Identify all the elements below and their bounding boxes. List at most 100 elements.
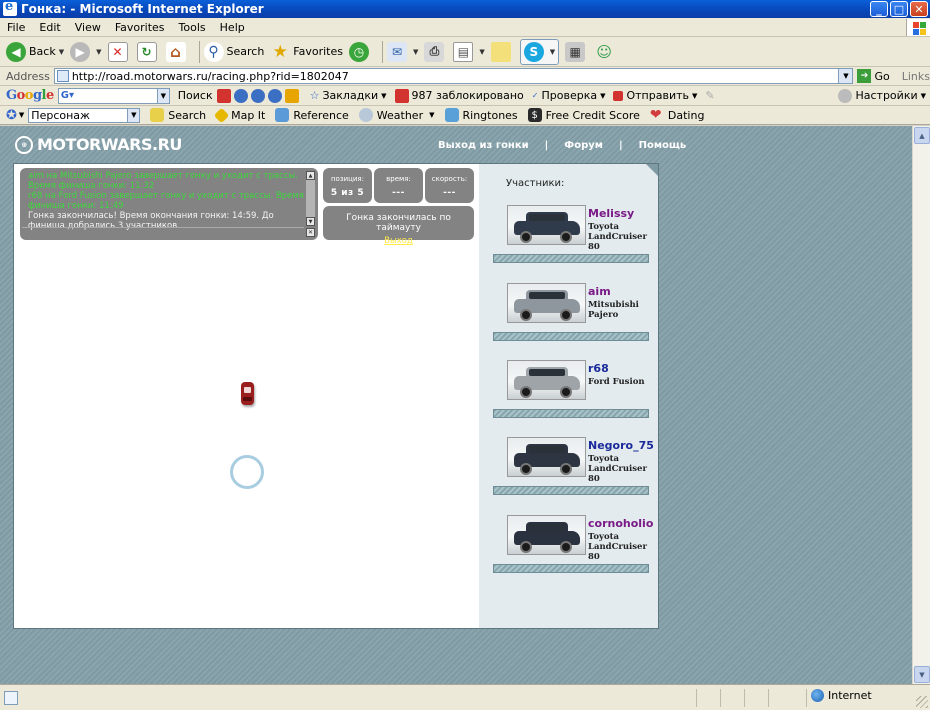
back-button[interactable]: ◀ Back ▼ xyxy=(6,39,64,65)
menu-edit[interactable]: Edit xyxy=(32,21,67,34)
close-icon[interactable]: ✕ xyxy=(306,228,315,237)
participant-progress-bar xyxy=(493,486,649,495)
car-thumbnail[interactable] xyxy=(507,515,586,555)
highlight-icon[interactable]: ✎ xyxy=(705,89,714,102)
settings-button[interactable]: Настройки ▼ xyxy=(838,88,926,103)
home-button[interactable]: ⌂ xyxy=(165,39,189,65)
position-stat: позиция: 5 из 5 xyxy=(323,168,372,203)
chevron-down-icon[interactable]: ▼ xyxy=(96,48,101,56)
maximize-button[interactable]: □ xyxy=(890,1,908,17)
news-icon[interactable] xyxy=(216,88,231,103)
forward-button[interactable]: ▶ ▼ xyxy=(70,39,102,65)
log-scrollbar[interactable]: ▲ ▼ xyxy=(306,171,315,226)
time-value: --- xyxy=(392,188,405,198)
site-nav: Выход из гонки | Форум | Помощь xyxy=(430,140,694,151)
skype-button[interactable]: S ▼ xyxy=(519,38,560,65)
bookmarks-button[interactable]: ☆ Закладки ▼ xyxy=(310,89,387,102)
address-input[interactable]: http://road.motorwars.ru/racing.php?rid=… xyxy=(53,68,854,84)
link-search[interactable]: Search xyxy=(150,108,206,122)
print-button[interactable]: ⎙ xyxy=(424,39,447,65)
discuss-button[interactable] xyxy=(490,39,514,65)
resize-grip[interactable] xyxy=(916,696,928,708)
chevron-down-icon[interactable]: ▼ xyxy=(127,108,140,122)
globe-icon[interactable] xyxy=(267,88,282,103)
close-button[interactable]: ✕ xyxy=(910,1,928,17)
globe-icon[interactable] xyxy=(233,88,248,103)
chevron-down-icon[interactable]: ▼ xyxy=(838,69,853,83)
google-search-button[interactable]: Поиск xyxy=(178,89,213,102)
link-weather[interactable]: Weather ▼ xyxy=(358,108,435,122)
car-thumbnail[interactable] xyxy=(507,283,586,323)
car-thumbnail[interactable] xyxy=(507,437,586,477)
participant-name[interactable]: r68 xyxy=(588,362,609,375)
menu-view[interactable]: View xyxy=(68,21,108,34)
participant-name[interactable]: aim xyxy=(588,285,611,298)
settings-icon xyxy=(838,88,853,103)
site-logo[interactable]: ⊕ MOTORWARS.RU xyxy=(15,135,182,154)
links-label[interactable]: Links xyxy=(902,70,930,83)
checkpoint-ring xyxy=(230,455,264,489)
persona-select[interactable]: Персонаж ▼ xyxy=(28,107,141,123)
book-icon xyxy=(275,108,290,122)
link-free-credit-score[interactable]: $ Free Credit Score xyxy=(527,108,640,122)
back-arrow-icon: ◀ xyxy=(6,41,26,62)
menu-help[interactable]: Help xyxy=(213,21,252,34)
scroll-up-icon[interactable]: ▲ xyxy=(914,127,930,144)
menu-favorites[interactable]: Favorites xyxy=(108,21,172,34)
scroll-down-icon[interactable]: ▼ xyxy=(914,666,930,683)
chevron-down-icon[interactable]: ▼ xyxy=(550,48,555,56)
chevron-down-icon[interactable]: ▼ xyxy=(156,88,169,103)
send-button[interactable]: Отправить ▼ xyxy=(613,89,697,102)
vertical-scrollbar[interactable]: ▲ ▼ xyxy=(912,126,930,684)
history-button[interactable]: ◷ xyxy=(349,39,372,65)
globe-icon[interactable] xyxy=(250,88,265,103)
participant-progress-bar xyxy=(493,254,649,263)
chevron-down-icon: ▼ xyxy=(692,91,698,100)
nav-exit-race[interactable]: Выход из гонки xyxy=(430,140,537,151)
favorites-button[interactable]: ★ Favorites xyxy=(270,39,343,65)
go-arrow-icon: ➔ xyxy=(857,69,872,83)
popup-blocker-button[interactable]: 987 заблокировано xyxy=(394,88,524,103)
car-thumbnail[interactable] xyxy=(507,205,586,245)
chevron-down-icon[interactable]: ▼ xyxy=(479,48,484,56)
nav-help[interactable]: Помощь xyxy=(631,140,695,151)
search-button[interactable]: ⚲ Search xyxy=(203,39,264,65)
google-quick-buttons[interactable] xyxy=(216,88,302,103)
refresh-button[interactable]: ↻ xyxy=(136,39,160,65)
participant-name[interactable]: Negoro_75 xyxy=(588,439,654,452)
popup-blocker-icon xyxy=(394,88,409,103)
refresh-icon: ↻ xyxy=(136,41,157,62)
go-button[interactable]: ➔ Go xyxy=(857,69,890,83)
image-icon[interactable] xyxy=(284,88,299,103)
spellcheck-button[interactable]: ✓ Проверка ▼ xyxy=(532,89,606,102)
home-icon: ⌂ xyxy=(165,41,186,62)
menu-tools[interactable]: Tools xyxy=(172,21,213,34)
menu-file[interactable]: File xyxy=(0,21,32,34)
exit-link[interactable]: Выход xyxy=(384,236,413,246)
minimize-button[interactable]: _ xyxy=(870,1,888,17)
chevron-down-icon[interactable]: ▼ xyxy=(19,111,24,119)
link-dating[interactable]: ❤ Dating xyxy=(650,107,705,123)
mail-button[interactable]: ✉ ▼ xyxy=(387,39,418,65)
link-ringtones[interactable]: Ringtones xyxy=(444,108,518,122)
link-map-it[interactable]: Map It xyxy=(213,107,265,123)
participant-name[interactable]: cornoholio xyxy=(588,517,653,530)
scroll-up-icon[interactable]: ▲ xyxy=(306,171,315,180)
chevron-down-icon[interactable]: ▼ xyxy=(413,48,418,56)
research-button[interactable]: ▦ xyxy=(565,39,588,65)
chevron-down-icon: ▼ xyxy=(429,111,435,119)
log-entry: Гонка закончилась! Время окончания гонки… xyxy=(28,211,274,231)
stop-button[interactable]: ✕ xyxy=(107,39,131,65)
nav-forum[interactable]: Форум xyxy=(556,140,611,151)
chevron-down-icon[interactable]: ▼ xyxy=(59,48,64,56)
participant-item: Melissy Toyota LandCruiser 80 xyxy=(493,205,649,277)
link-reference[interactable]: Reference xyxy=(275,108,349,122)
scroll-down-icon[interactable]: ▼ xyxy=(306,217,315,226)
google-search-input[interactable]: G▾ ▼ xyxy=(57,87,170,104)
participant-progress-bar xyxy=(493,409,649,418)
messenger-button[interactable]: ☺ xyxy=(594,39,617,65)
star-icon[interactable]: ✪ xyxy=(6,108,17,123)
participant-name[interactable]: Melissy xyxy=(588,207,634,220)
edit-button[interactable]: ▤ ▼ xyxy=(453,39,485,65)
car-thumbnail[interactable] xyxy=(507,360,586,400)
